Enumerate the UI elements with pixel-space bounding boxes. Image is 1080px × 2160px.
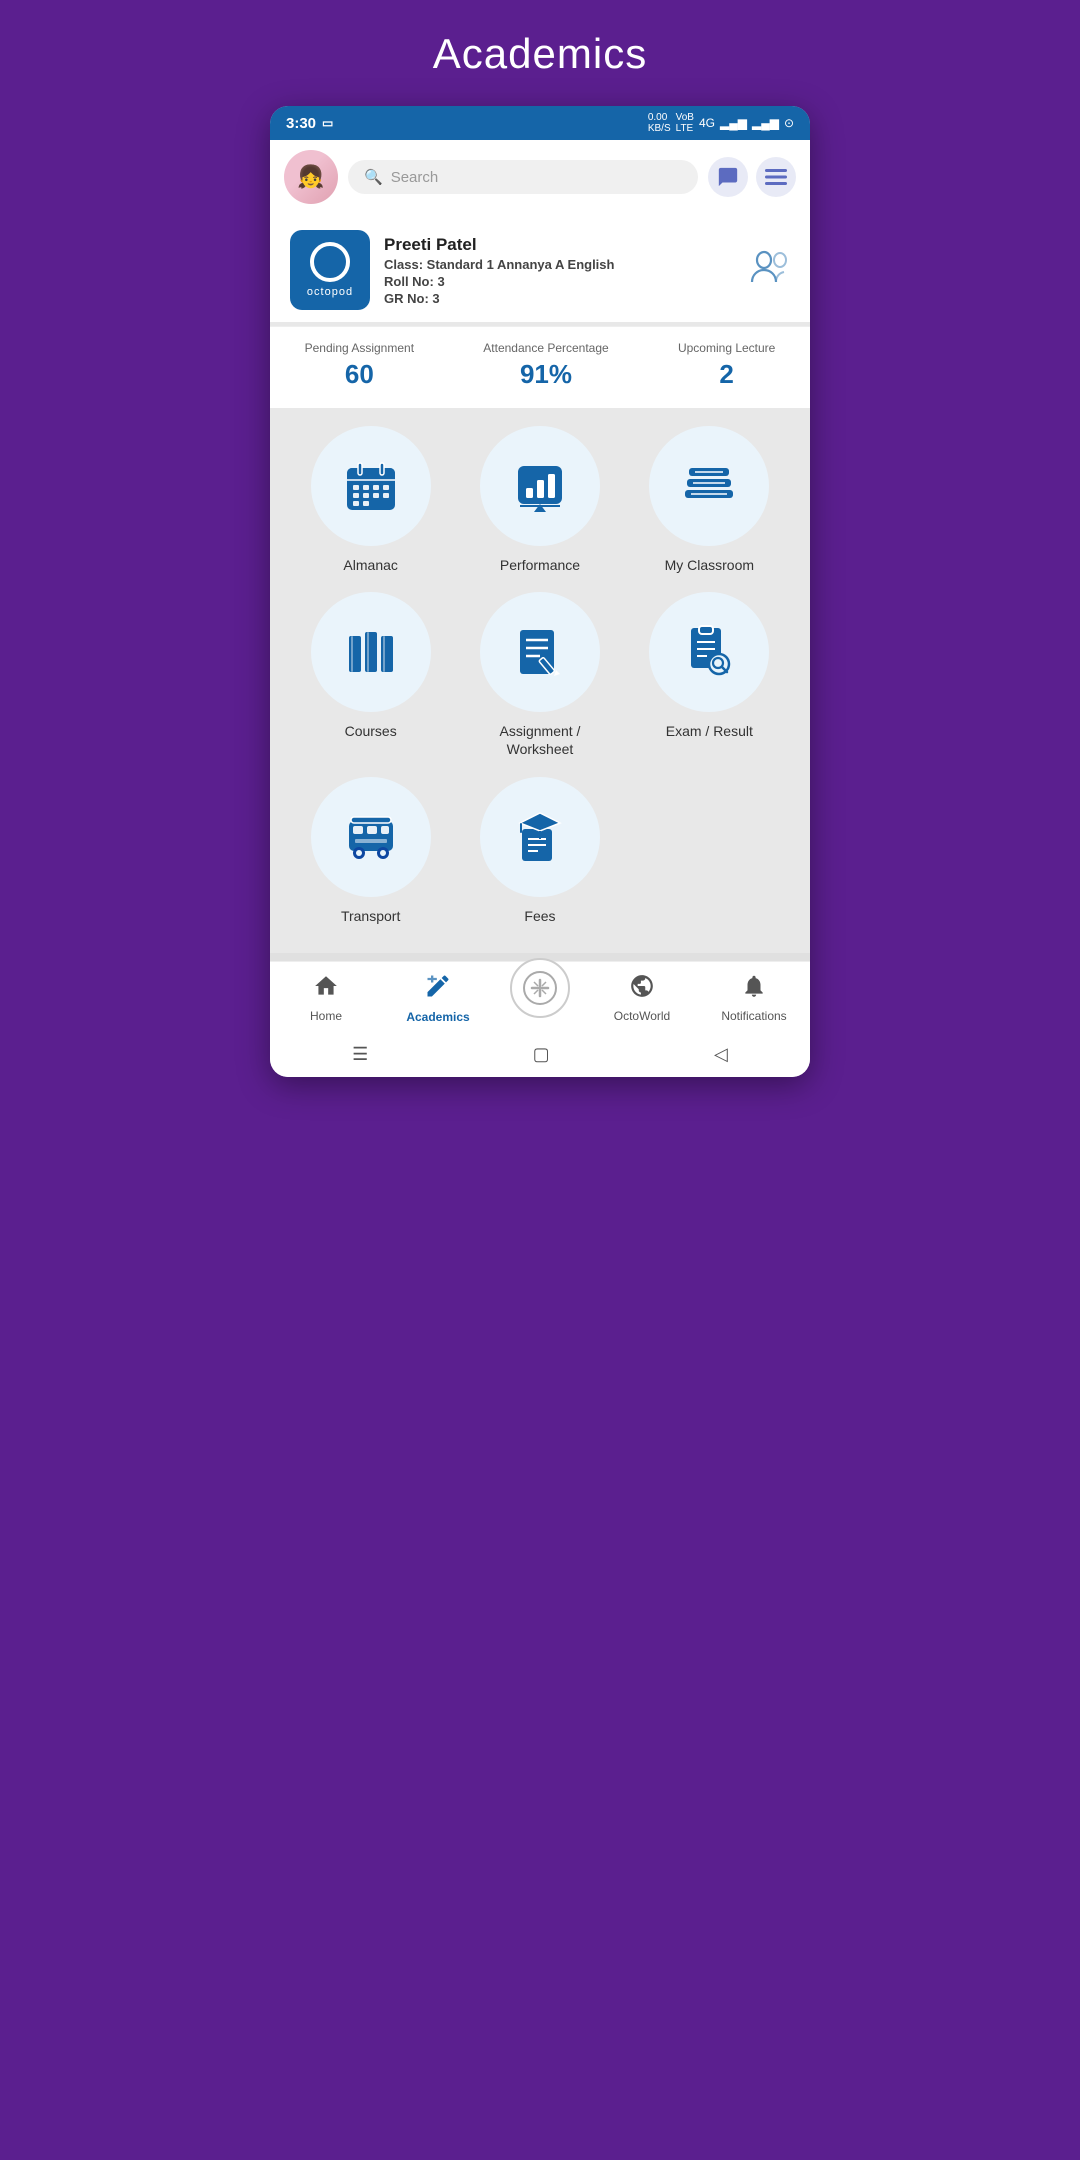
status-time: 3:30 ▭ [286,115,333,132]
fees-icon-circle [480,777,600,897]
exam-result-label: Exam / Result [666,722,753,740]
app-header: 👧 🔍 Search [270,140,810,214]
android-home-btn[interactable]: ▢ [533,1044,550,1065]
nav-notifications[interactable]: Notifications [709,973,799,1023]
stats-row: Pending Assignment 60 Attendance Percent… [270,326,810,408]
grid-item-transport[interactable]: Transport [296,777,446,925]
courses-label: Courses [345,722,397,740]
octoworld-center-icon [510,958,570,1018]
nav-notifications-label: Notifications [721,1009,786,1023]
grid-row-3: Transport Fees [286,777,794,925]
grid-row-2: Courses Assignment /Worksheet [286,592,794,758]
android-nav: ☰ ▢ ◁ [270,1032,810,1077]
exam-result-icon-circle [649,592,769,712]
bottom-nav: Home Academics [270,961,810,1032]
grid-item-exam-result[interactable]: Exam / Result [634,592,784,758]
profile-name: Preeti Patel [384,235,750,255]
nav-octoworld[interactable]: OctoWorld [597,973,687,1023]
stat-attendance: Attendance Percentage 91% [483,341,608,390]
nav-home[interactable]: Home [281,973,371,1023]
stat-upcoming-lecture: Upcoming Lecture 2 [678,341,775,390]
notifications-icon [741,973,767,1006]
transport-icon-circle [311,777,431,897]
grid-section: Almanac Performance [270,408,810,953]
search-icon: 🔍 [364,168,383,186]
nav-home-label: Home [310,1009,342,1023]
chat-icon-button[interactable] [708,157,748,197]
search-bar[interactable]: 🔍 Search [348,160,698,194]
grid-item-my-classroom[interactable]: My Classroom [634,426,784,574]
header-icons [708,157,796,197]
grid-item-fees[interactable]: Fees [465,777,615,925]
octopod-logo: octopod [290,230,370,310]
stat-pending-assignment: Pending Assignment 60 [305,341,414,390]
assignment-worksheet-label: Assignment /Worksheet [500,722,581,758]
status-bar: 3:30 ▭ 0.00KB/S VoBLTE 4G ▂▄▆ ▂▄▆ ⊙ [270,106,810,140]
android-back-btn[interactable]: ◁ [714,1044,728,1065]
grid-item-almanac[interactable]: Almanac [296,426,446,574]
search-placeholder: Search [391,169,439,186]
status-icons: 0.00KB/S VoBLTE 4G ▂▄▆ ▂▄▆ ⊙ [648,112,794,134]
profile-class: Class: Standard 1 Annanya A English [384,257,750,272]
grid-item-courses[interactable]: Courses [296,592,446,758]
nav-academics-label: Academics [406,1010,469,1024]
my-classroom-label: My Classroom [665,556,754,574]
home-icon [313,973,339,1006]
almanac-label: Almanac [343,556,397,574]
academics-icon [424,972,452,1007]
grid-row-1: Almanac Performance [286,426,794,574]
courses-icon-circle [311,592,431,712]
nav-octoworld-label: OctoWorld [614,1009,670,1023]
performance-icon-circle [480,426,600,546]
almanac-icon-circle [311,426,431,546]
profile-roll: Roll No: 3 [384,274,750,289]
profile-gr: GR No: 3 [384,291,750,306]
profile-card: octopod Preeti Patel Class: Standard 1 A… [270,214,810,322]
menu-icon-button[interactable] [756,157,796,197]
assignment-worksheet-icon-circle [480,592,600,712]
grid-item-assignment-worksheet[interactable]: Assignment /Worksheet [465,592,615,758]
page-title: Academics [433,30,647,78]
nav-octoworld-center[interactable] [505,978,575,1018]
profile-info: Preeti Patel Class: Standard 1 Annanya A… [370,235,750,306]
transport-label: Transport [341,907,400,925]
grid-item-performance[interactable]: Performance [465,426,615,574]
nav-academics[interactable]: Academics [393,972,483,1024]
avatar[interactable]: 👧 [284,150,338,204]
octoworld-icon [629,973,655,1006]
profile-users-icon[interactable] [750,248,790,292]
performance-label: Performance [500,556,580,574]
my-classroom-icon-circle [649,426,769,546]
fees-label: Fees [524,907,555,925]
phone-frame: 3:30 ▭ 0.00KB/S VoBLTE 4G ▂▄▆ ▂▄▆ ⊙ 👧 🔍 … [270,106,810,1077]
android-menu-btn[interactable]: ☰ [352,1044,368,1065]
